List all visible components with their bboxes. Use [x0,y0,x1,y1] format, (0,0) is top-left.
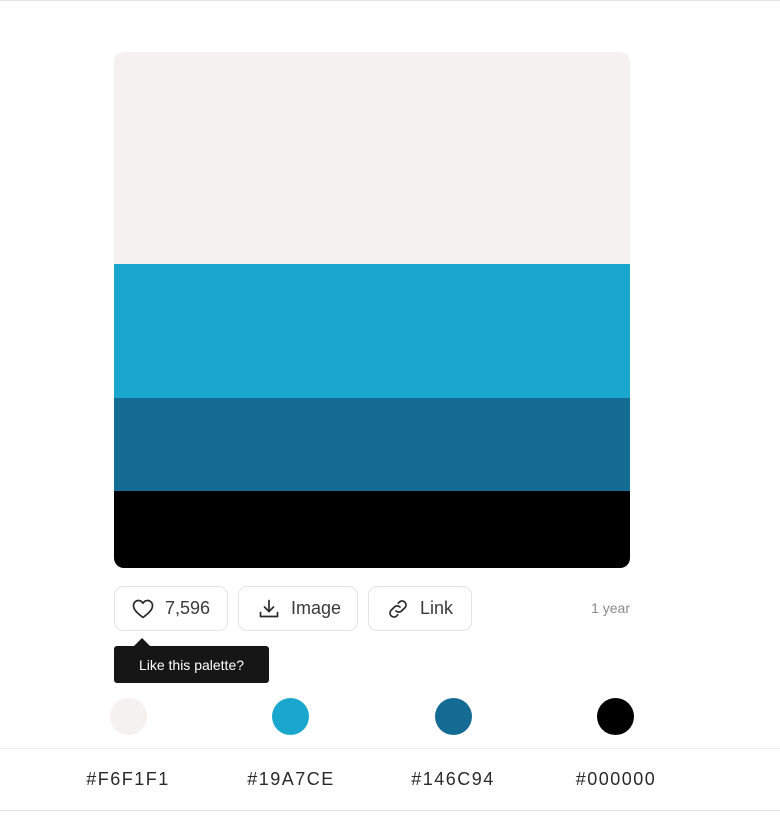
copy-link-button[interactable]: Link [368,586,472,631]
palette-stripe-3[interactable] [114,398,630,491]
top-divider [0,0,780,1]
color-swatch-4[interactable] [597,698,634,735]
color-swatch-1[interactable] [110,698,147,735]
like-button[interactable]: 7,596 [114,586,228,631]
image-label: Image [291,598,342,618]
download-image-button[interactable]: Image [238,586,358,631]
link-label: Link [420,598,454,618]
tooltip-arrow [134,638,150,646]
hex-code-2[interactable]: #19A7CE [221,769,361,790]
download-icon [256,596,282,622]
palette-stripe-1[interactable] [114,52,630,264]
like-tooltip: Like this palette? [114,646,269,683]
hex-code-1[interactable]: #F6F1F1 [58,769,198,790]
palette-preview[interactable] [114,52,630,568]
palette-stripe-2[interactable] [114,264,630,398]
hex-code-4[interactable]: #000000 [546,769,686,790]
palette-page: 7,596 Image Link 1 year Like this palett… [0,0,780,817]
color-swatch-3[interactable] [435,698,472,735]
color-swatch-2[interactable] [272,698,309,735]
like-count: 7,596 [165,598,211,618]
palette-actions: 7,596 Image Link 1 year [114,586,630,633]
hex-codes-bar: #F6F1F1 #19A7CE #146C94 #000000 [0,748,780,811]
link-icon [385,596,411,622]
palette-age: 1 year [591,600,630,616]
heart-icon [130,596,156,622]
palette-stripe-4[interactable] [114,491,630,568]
hex-code-3[interactable]: #146C94 [383,769,523,790]
